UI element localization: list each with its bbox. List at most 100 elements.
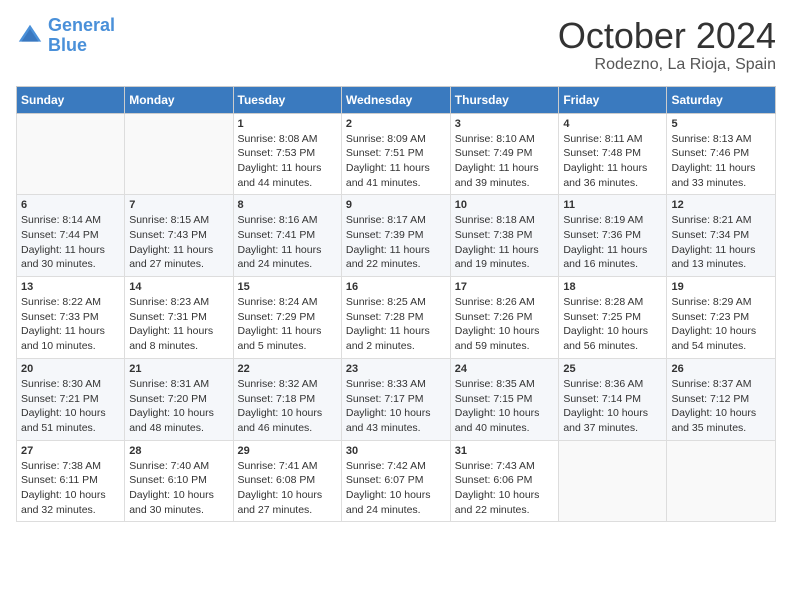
day-cell: 20Sunrise: 8:30 AMSunset: 7:21 PMDayligh… xyxy=(17,358,125,440)
day-cell: 10Sunrise: 8:18 AMSunset: 7:38 PMDayligh… xyxy=(450,195,559,277)
day-number: 30 xyxy=(346,445,446,457)
calendar-header: SundayMondayTuesdayWednesdayThursdayFrid… xyxy=(17,86,776,113)
day-number: 25 xyxy=(563,363,662,375)
day-number: 29 xyxy=(238,445,337,457)
day-info: Sunrise: 8:28 AM xyxy=(563,295,662,310)
day-info: Sunrise: 8:08 AM xyxy=(238,132,337,147)
header-cell-thursday: Thursday xyxy=(450,86,559,113)
week-row-1: 1Sunrise: 8:08 AMSunset: 7:53 PMDaylight… xyxy=(17,113,776,195)
day-info: Daylight: 10 hours and 32 minutes. xyxy=(21,488,120,517)
day-number: 11 xyxy=(563,199,662,211)
day-number: 24 xyxy=(455,363,555,375)
day-number: 3 xyxy=(455,118,555,130)
day-info: Daylight: 11 hours and 30 minutes. xyxy=(21,243,120,272)
day-number: 21 xyxy=(129,363,228,375)
day-info: Sunset: 7:33 PM xyxy=(21,310,120,325)
day-info: Sunset: 7:26 PM xyxy=(455,310,555,325)
day-cell: 27 Sunrise: 7:38 AMSunset: 6:11 PMDayligh… xyxy=(17,440,125,522)
day-number: 2 xyxy=(346,118,446,130)
day-info: Daylight: 11 hours and 33 minutes. xyxy=(671,161,771,190)
day-info: Sunset: 7:14 PM xyxy=(563,392,662,407)
day-number: 27 xyxy=(21,445,120,457)
day-number: 14 xyxy=(129,281,228,293)
day-info: Sunset: 7:20 PM xyxy=(129,392,228,407)
day-number: 6 xyxy=(21,199,120,211)
day-info: Daylight: 10 hours and 24 minutes. xyxy=(346,488,446,517)
day-cell: 13Sunrise: 8:22 AMSunset: 7:33 PMDayligh… xyxy=(17,277,125,359)
day-info: Sunrise: 7:43 AM xyxy=(455,459,555,474)
week-row-4: 20Sunrise: 8:30 AMSunset: 7:21 PMDayligh… xyxy=(17,358,776,440)
day-cell: 21Sunrise: 8:31 AMSunset: 7:20 PMDayligh… xyxy=(125,358,233,440)
day-cell: 14Sunrise: 8:23 AMSunset: 7:31 PMDayligh… xyxy=(125,277,233,359)
day-info: Sunset: 7:48 PM xyxy=(563,146,662,161)
day-info: Daylight: 10 hours and 27 minutes. xyxy=(238,488,337,517)
day-info: Sunrise: 8:17 AM xyxy=(346,213,446,228)
day-number: 9 xyxy=(346,199,446,211)
day-info: Sunrise: 8:37 AM xyxy=(671,377,771,392)
day-cell xyxy=(125,113,233,195)
day-info: Sunrise: 7:41 AM xyxy=(238,459,337,474)
day-info: Sunset: 7:25 PM xyxy=(563,310,662,325)
day-info: Sunset: 7:18 PM xyxy=(238,392,337,407)
day-number: 26 xyxy=(671,363,771,375)
day-info: Sunset: 6:11 PM xyxy=(21,473,120,488)
logo: General Blue xyxy=(16,16,115,56)
day-number: 20 xyxy=(21,363,120,375)
day-number: 15 xyxy=(238,281,337,293)
day-info: Sunrise: 8:19 AM xyxy=(563,213,662,228)
day-info: Daylight: 11 hours and 19 minutes. xyxy=(455,243,555,272)
day-number: 4 xyxy=(563,118,662,130)
day-info: Sunrise: 8:22 AM xyxy=(21,295,120,310)
logo-icon xyxy=(16,22,44,50)
day-info: Daylight: 10 hours and 43 minutes. xyxy=(346,406,446,435)
day-info: Sunset: 7:49 PM xyxy=(455,146,555,161)
day-info: Daylight: 10 hours and 59 minutes. xyxy=(455,324,555,353)
day-cell: 28Sunrise: 7:40 AMSunset: 6:10 PMDayligh… xyxy=(125,440,233,522)
day-number: 1 xyxy=(238,118,337,130)
day-cell: 5Sunrise: 8:13 AMSunset: 7:46 PMDaylight… xyxy=(667,113,776,195)
day-info: Daylight: 11 hours and 44 minutes. xyxy=(238,161,337,190)
day-info: Daylight: 10 hours and 40 minutes. xyxy=(455,406,555,435)
day-info: Sunset: 6:08 PM xyxy=(238,473,337,488)
day-info: Daylight: 10 hours and 48 minutes. xyxy=(129,406,228,435)
day-info: Sunset: 7:41 PM xyxy=(238,228,337,243)
day-info: Sunset: 7:38 PM xyxy=(455,228,555,243)
day-cell: 24Sunrise: 8:35 AMSunset: 7:15 PMDayligh… xyxy=(450,358,559,440)
calendar-table: SundayMondayTuesdayWednesdayThursdayFrid… xyxy=(16,86,776,523)
day-number: 17 xyxy=(455,281,555,293)
day-cell: 4 Sunrise: 8:11 AMSunset: 7:48 PMDaylight… xyxy=(559,113,667,195)
day-cell: 12Sunrise: 8:21 AMSunset: 7:34 PMDayligh… xyxy=(667,195,776,277)
day-info: Sunset: 7:21 PM xyxy=(21,392,120,407)
day-cell: 3Sunrise: 8:10 AMSunset: 7:49 PMDaylight… xyxy=(450,113,559,195)
day-cell: 30Sunrise: 7:42 AMSunset: 6:07 PMDayligh… xyxy=(341,440,450,522)
day-info: Daylight: 11 hours and 16 minutes. xyxy=(563,243,662,272)
day-info: Daylight: 10 hours and 46 minutes. xyxy=(238,406,337,435)
day-info: Daylight: 11 hours and 8 minutes. xyxy=(129,324,228,353)
logo-line2: Blue xyxy=(48,35,87,55)
day-number: 22 xyxy=(238,363,337,375)
day-number: 13 xyxy=(21,281,120,293)
day-cell: 22Sunrise: 8:32 AMSunset: 7:18 PMDayligh… xyxy=(233,358,341,440)
day-info: Daylight: 10 hours and 56 minutes. xyxy=(563,324,662,353)
header-cell-saturday: Saturday xyxy=(667,86,776,113)
day-info: Sunset: 7:15 PM xyxy=(455,392,555,407)
day-info: Sunset: 7:44 PM xyxy=(21,228,120,243)
day-cell: 9Sunrise: 8:17 AMSunset: 7:39 PMDaylight… xyxy=(341,195,450,277)
header-cell-monday: Monday xyxy=(125,86,233,113)
day-info: Sunrise: 8:11 AM xyxy=(563,132,662,147)
day-info: Sunset: 7:29 PM xyxy=(238,310,337,325)
day-info: Daylight: 11 hours and 13 minutes. xyxy=(671,243,771,272)
day-info: Daylight: 10 hours and 54 minutes. xyxy=(671,324,771,353)
day-cell xyxy=(17,113,125,195)
day-info: Sunrise: 8:26 AM xyxy=(455,295,555,310)
day-info: Sunrise: 8:09 AM xyxy=(346,132,446,147)
day-info: Sunrise: 7:38 AM xyxy=(21,459,120,474)
day-info: Sunrise: 7:42 AM xyxy=(346,459,446,474)
day-info: Sunset: 7:39 PM xyxy=(346,228,446,243)
day-cell: 25Sunrise: 8:36 AMSunset: 7:14 PMDayligh… xyxy=(559,358,667,440)
day-cell: 16Sunrise: 8:25 AMSunset: 7:28 PMDayligh… xyxy=(341,277,450,359)
day-info: Sunset: 7:17 PM xyxy=(346,392,446,407)
day-cell: 19Sunrise: 8:29 AMSunset: 7:23 PMDayligh… xyxy=(667,277,776,359)
day-info: Daylight: 11 hours and 36 minutes. xyxy=(563,161,662,190)
day-number: 28 xyxy=(129,445,228,457)
